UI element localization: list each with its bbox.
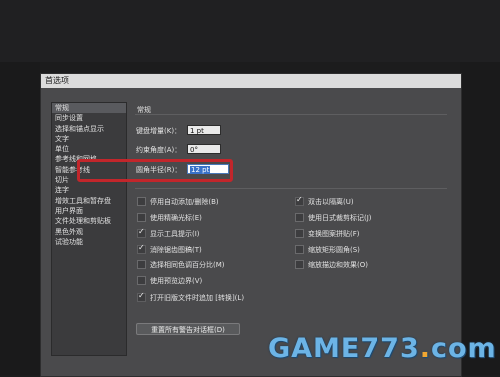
checkbox-icon: [137, 196, 146, 206]
checkbox-label: 显示工具提示(I): [150, 230, 200, 238]
checkbox-label: 消除锯齿图稿(T): [150, 246, 202, 254]
checkmark-icon: [137, 243, 146, 254]
checkbox-icon: [137, 275, 146, 285]
sidebar-item-units[interactable]: 单位: [52, 144, 126, 154]
sidebar-item-black-appearance[interactable]: 黑色外观: [52, 227, 126, 237]
checkbox-select-same-tint[interactable]: 选择相同色调百分比(M): [137, 259, 225, 271]
checkbox-double-click-isolate[interactable]: 双击以隔离(U): [295, 195, 354, 208]
checkbox-transform-pattern[interactable]: 变换图案拼贴(F): [295, 228, 360, 240]
checkbox-precise-cursors[interactable]: 使用精确光标(E): [137, 212, 202, 224]
sidebar-item-tech-previews[interactable]: 试验功能: [52, 237, 126, 247]
checkbox-disable-auto-add[interactable]: 停用自动添加/删除(B): [137, 196, 219, 208]
checkbox-label: 使用精确光标(E): [150, 214, 202, 222]
checkbox-icon: [295, 259, 304, 269]
sidebar-item-sync-settings[interactable]: 同步设置: [52, 113, 126, 123]
dialog-title: 首选项: [45, 76, 69, 85]
checkbox-scale-corners[interactable]: 缩放矩形圆角(S): [295, 244, 360, 256]
checkbox-preview-bounds[interactable]: 使用预览边界(V): [137, 275, 203, 287]
keyboard-increment-label: 键盘增量(K)：: [136, 127, 182, 135]
checkbox-antialiased-artwork[interactable]: 消除锯齿图稿(T): [137, 243, 202, 256]
checkbox-icon: [295, 228, 304, 238]
annotation-highlight-box: [77, 159, 233, 182]
checkbox-show-tooltips[interactable]: 显示工具提示(I): [137, 227, 200, 240]
checkmark-icon: [137, 291, 146, 302]
dialog-titlebar[interactable]: 首选项: [41, 74, 461, 88]
checkbox-label: 选择相同色调百分比(M): [150, 261, 225, 269]
reset-warnings-button[interactable]: 重置所有警告对话框(D): [136, 323, 240, 335]
checkbox-label: 缩放描边和效果(O): [308, 261, 368, 269]
sidebar-item-file-clipboard[interactable]: 文件处理和剪贴板: [52, 216, 126, 226]
checkbox-label: 双击以隔离(U): [308, 198, 354, 206]
background-left: [0, 62, 40, 375]
options-divider: [135, 188, 447, 189]
checkmark-icon: [295, 195, 304, 206]
sidebar-item-selection-anchor[interactable]: 选择和锚点显示: [52, 124, 126, 134]
constrain-angle-input[interactable]: 0°: [187, 144, 221, 154]
keyboard-increment-input[interactable]: 1 pt: [187, 125, 221, 135]
preferences-dialog: 首选项 常规 同步设置 选择和锚点显示 文字 单位 参考线和网格 智能参考线 切…: [40, 73, 462, 377]
category-sidebar: 常规 同步设置 选择和锚点显示 文字 单位 参考线和网格 智能参考线 切片 连字…: [51, 102, 127, 356]
checkbox-icon: [295, 244, 304, 254]
sidebar-item-general[interactable]: 常规: [52, 103, 126, 114]
checkmark-icon: [137, 227, 146, 238]
checkbox-append-converted[interactable]: 打开旧版文件时追加 [转换](L): [137, 291, 245, 304]
checkbox-label: 使用预览边界(V): [150, 277, 203, 285]
site-watermark-logo: GAME773.com: [268, 333, 497, 364]
checkbox-icon: [137, 259, 146, 269]
constrain-angle-label: 约束角度(A)：: [136, 146, 182, 154]
section-divider: [135, 114, 447, 115]
sidebar-item-plugins-scratch[interactable]: 增效工具和暂存盘: [52, 196, 126, 206]
sidebar-item-type[interactable]: 文字: [52, 134, 126, 144]
checkbox-icon: [137, 212, 146, 222]
checkbox-label: 打开旧版文件时追加 [转换](L): [150, 294, 245, 302]
checkbox-label: 停用自动添加/删除(B): [150, 198, 219, 206]
checkbox-icon: [295, 212, 304, 222]
checkbox-label: 变换图案拼贴(F): [308, 230, 360, 238]
sidebar-item-hyphenation[interactable]: 连字: [52, 185, 126, 195]
checkbox-label: 缩放矩形圆角(S): [308, 246, 360, 254]
checkbox-japanese-crop-marks[interactable]: 使用日式裁剪标记(J): [295, 212, 372, 224]
background-right: [460, 62, 500, 375]
checkbox-scale-strokes[interactable]: 缩放描边和效果(O): [295, 259, 368, 271]
checkbox-label: 使用日式裁剪标记(J): [308, 214, 372, 222]
background-top: [0, 0, 500, 62]
sidebar-item-user-interface[interactable]: 用户界面: [52, 206, 126, 216]
